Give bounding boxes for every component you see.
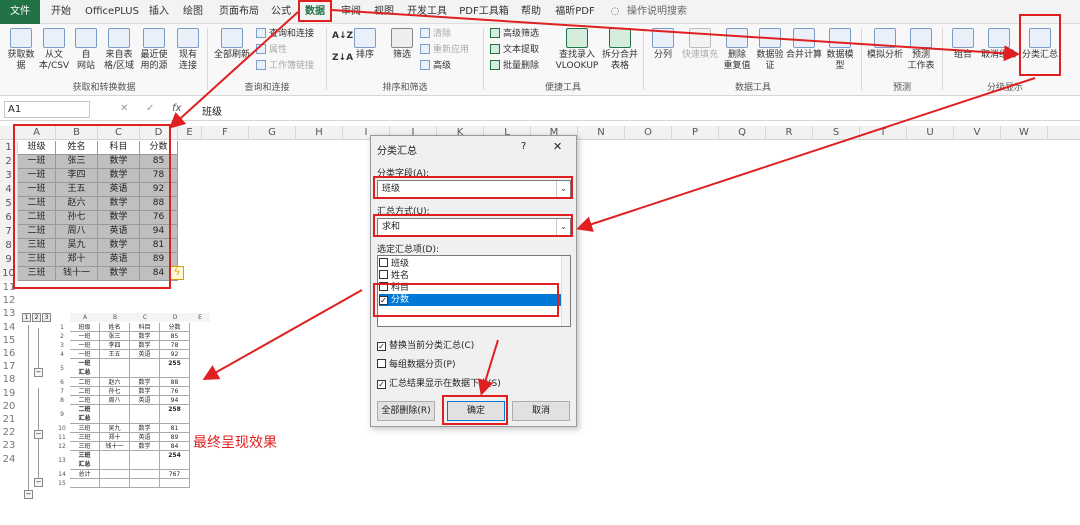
arrow-to-ok [477, 339, 499, 396]
arrow-to-result [202, 289, 363, 380]
arrow-data-to-range [169, 11, 299, 129]
arrow-tab-to-subtotal [331, 9, 1020, 62]
arrow-subtotal-to-dialog [576, 77, 1036, 232]
annotation-arrows [169, 9, 1036, 396]
